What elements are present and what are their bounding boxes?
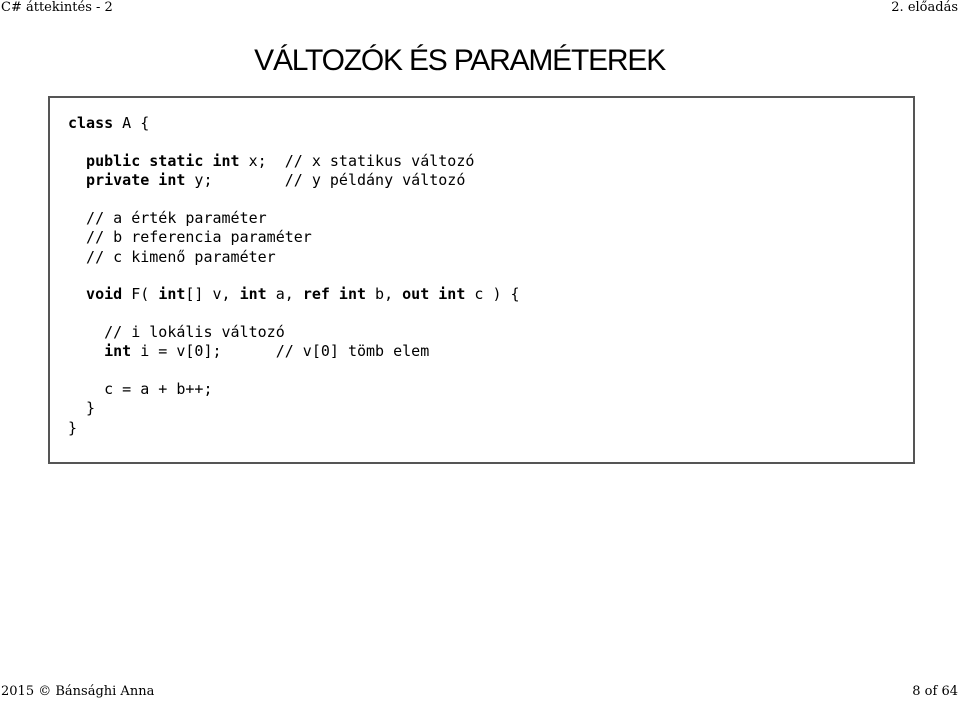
code-line: c = a + b++; [68,379,213,398]
code-line: void F( int[] v, int a, ref int b, out i… [68,285,520,305]
footer-page-number: 8 of 64 [912,684,958,699]
code-text: a, [266,285,303,303]
code-keyword: int [239,285,267,303]
code-comment-line: // i lokális változó [68,322,285,341]
slide-title: VÁLTOZÓK ÉS PARAMÉTEREK [254,44,666,77]
header-lecture-number: 2. előadás [891,0,958,15]
code-keyword: int [68,342,132,360]
code-keyword: out int [402,285,466,303]
code-text: b, [366,285,403,303]
code-keyword: public static int [68,151,240,170]
code-text: F( [122,285,159,303]
code-keyword: void [68,285,123,303]
code-text: i = v[0]; // v[0] tömb elem [131,342,430,360]
code-line: } [68,399,96,417]
code-text: A { [113,114,150,132]
code-block: class A { public static int x; // x stat… [68,114,520,438]
code-comment-line: // b referencia paraméter [68,228,312,246]
code-text: x; // x statikus változó [239,151,475,170]
code-keyword: ref int [302,285,367,303]
code-line: class A { [68,114,520,134]
code-comment-line: // c kimenő paraméter [68,247,276,266]
code-keyword: private int [68,171,186,189]
code-text: [] v, [185,285,240,303]
code-text: y; // y példány változó [185,171,466,189]
code-keyword: class [68,114,114,132]
footer-author: 2015 © Bánsághi Anna [1,684,155,699]
code-line: private int y; // y példány változó [68,171,520,191]
code-line: int i = v[0]; // v[0] tömb elem [68,342,520,362]
code-line: } [68,418,78,437]
code-comment-line: // a érték paraméter [68,208,267,227]
code-line: public static int x; // x statikus válto… [68,152,520,172]
code-text: c ) { [465,285,520,303]
code-keyword: int [158,285,186,303]
header-course-title: C# áttekintés - 2 [1,0,113,15]
